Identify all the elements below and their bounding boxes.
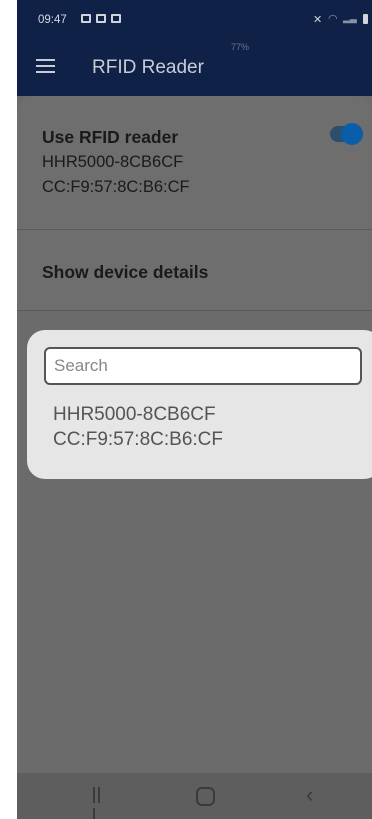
screen: 09:47 ✕ ◠ ▂▃ 77% RFID Reader Use RFID re…	[17, 0, 372, 819]
back-icon[interactable]: ‹	[306, 784, 313, 806]
use-reader-title: Use RFID reader	[42, 127, 179, 147]
status-bar: 09:47 ✕ ◠ ▂▃	[17, 0, 372, 36]
battery-percent: 77%	[231, 42, 250, 52]
divider	[17, 229, 372, 230]
reader-device-address: CC:F9:57:8C:B6:CF	[42, 178, 190, 196]
device-address: CC:F9:57:8C:B6:CF	[53, 429, 223, 450]
gallery-notification-icon	[81, 14, 95, 26]
mute-icon: ✕	[313, 14, 323, 26]
app-bar: 09:47 ✕ ◠ ▂▃ 77% RFID Reader	[17, 0, 372, 96]
battery-icon	[363, 14, 368, 24]
search-input[interactable]	[44, 347, 362, 385]
status-time: 09:47	[38, 14, 67, 26]
settings-card: Use RFID reader HHR5000-8CB6CF CC:F9:57:…	[17, 96, 372, 311]
hamburger-menu-icon[interactable]	[36, 59, 55, 73]
use-reader-toggle[interactable]	[330, 123, 363, 145]
device-name: HHR5000-8CB6CF	[53, 404, 216, 425]
toggle-knob	[341, 123, 363, 145]
divider	[17, 310, 372, 311]
mail-notification-icon	[96, 14, 110, 26]
app-title: RFID Reader	[92, 57, 204, 78]
wifi-icon: ◠	[328, 13, 338, 25]
device-picker-dialog: HHR5000-8CB6CF CC:F9:57:8C:B6:CF	[27, 330, 372, 479]
recent-apps-icon[interactable]	[93, 787, 107, 819]
home-icon[interactable]	[196, 787, 215, 806]
system-nav-bar: ‹	[17, 773, 372, 819]
show-device-details-item[interactable]: Show device details	[42, 262, 208, 283]
reader-device-name: HHR5000-8CB6CF	[42, 153, 184, 171]
settings-panel: Use RFID reader HHR5000-8CB6CF CC:F9:57:…	[17, 96, 372, 316]
device-list-item[interactable]: HHR5000-8CB6CF CC:F9:57:8C:B6:CF	[53, 402, 353, 452]
app-notification-icon	[111, 14, 125, 26]
signal-icon: ▂▃	[343, 13, 357, 23]
